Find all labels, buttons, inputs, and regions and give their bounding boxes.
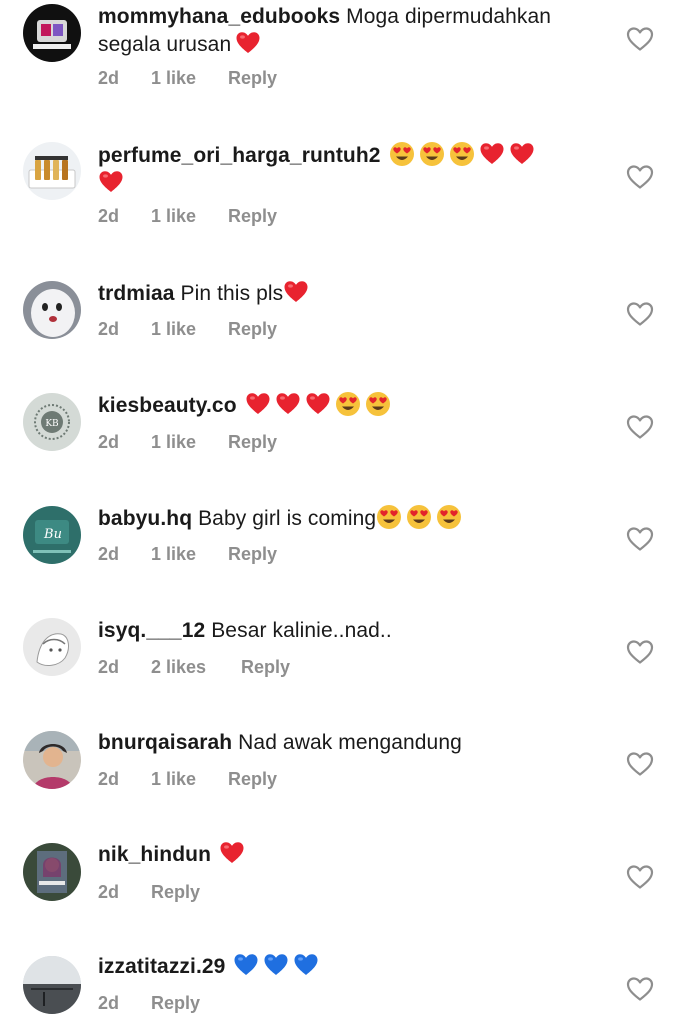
comment-username[interactable]: perfume_ori_harga_runtuh2 xyxy=(98,144,381,167)
comment-username[interactable]: isyq.___12 xyxy=(98,619,205,642)
heart-eyes-icon xyxy=(389,141,415,167)
red-heart-icon xyxy=(283,279,309,305)
like-heart-icon[interactable] xyxy=(626,301,654,327)
blue-heart-icon xyxy=(293,952,319,978)
red-heart-icon xyxy=(235,30,261,56)
reply-button[interactable]: Reply xyxy=(228,68,277,89)
like-heart-icon[interactable] xyxy=(626,639,654,665)
comment-username[interactable]: babyu.hq xyxy=(98,507,192,530)
svg-text:KB: KB xyxy=(45,419,59,429)
reply-button[interactable]: Reply xyxy=(151,993,200,1014)
avatar[interactable]: Bu xyxy=(23,506,81,564)
comment-text: Besar kalinie..nad.. xyxy=(211,619,392,642)
comment-time: 2d xyxy=(98,544,120,564)
red-heart-icon xyxy=(479,141,505,167)
comment-time: 2d xyxy=(98,882,120,902)
comment-time: 2d xyxy=(98,432,120,452)
heart-eyes-icon xyxy=(376,504,402,530)
comment-username[interactable]: kiesbeauty.co xyxy=(98,394,237,417)
like-heart-icon[interactable] xyxy=(626,26,654,52)
heart-eyes-icon xyxy=(449,141,475,167)
heart-eyes-icon xyxy=(406,504,432,530)
likes-count[interactable]: 1 like xyxy=(151,769,196,790)
reply-button[interactable]: Reply xyxy=(228,319,277,340)
red-heart-icon xyxy=(509,141,535,167)
like-heart-icon[interactable] xyxy=(626,751,654,777)
red-heart-icon xyxy=(98,169,124,195)
heart-eyes-icon xyxy=(419,141,445,167)
like-heart-icon[interactable] xyxy=(626,414,654,440)
reply-button[interactable]: Reply xyxy=(228,206,277,227)
avatar[interactable] xyxy=(23,281,81,339)
comment-time: 2d xyxy=(98,657,120,677)
reply-button[interactable]: Reply xyxy=(151,882,200,903)
red-heart-icon xyxy=(305,391,331,417)
avatar[interactable] xyxy=(23,956,81,1014)
comment-text: Baby girl is coming xyxy=(198,507,377,530)
reply-button[interactable]: Reply xyxy=(228,544,277,565)
avatar[interactable] xyxy=(23,4,81,62)
comment-time: 2d xyxy=(98,319,120,339)
like-heart-icon[interactable] xyxy=(626,164,654,190)
comment-text: Nad awak mengandung xyxy=(238,731,462,754)
reply-button[interactable]: Reply xyxy=(228,432,277,453)
likes-count[interactable]: 1 like xyxy=(151,206,196,227)
avatar[interactable]: KB xyxy=(23,393,81,451)
red-heart-icon xyxy=(245,391,271,417)
red-heart-icon xyxy=(275,391,301,417)
likes-count[interactable]: 2 likes xyxy=(151,657,206,678)
red-heart-icon xyxy=(219,840,245,866)
heart-eyes-icon xyxy=(365,391,391,417)
likes-count[interactable]: 1 like xyxy=(151,68,196,89)
avatar[interactable] xyxy=(23,731,81,789)
avatar[interactable] xyxy=(23,618,81,676)
like-heart-icon[interactable] xyxy=(626,976,654,1002)
like-heart-icon[interactable] xyxy=(626,864,654,890)
comment-time: 2d xyxy=(98,68,120,88)
comment-username[interactable]: mommyhana_edubooks xyxy=(98,5,340,28)
blue-heart-icon xyxy=(263,952,289,978)
comment-time: 2d xyxy=(98,206,120,226)
blue-heart-icon xyxy=(233,952,259,978)
avatar[interactable] xyxy=(23,142,81,200)
reply-button[interactable]: Reply xyxy=(241,657,290,678)
like-heart-icon[interactable] xyxy=(626,526,654,552)
comment-text: Pin this pls xyxy=(180,282,284,305)
comment-username[interactable]: nik_hindun xyxy=(98,843,211,866)
likes-count[interactable]: 1 like xyxy=(151,319,196,340)
likes-count[interactable]: 1 like xyxy=(151,432,196,453)
comment-text: segala urusan xyxy=(98,33,232,56)
comment-text: Moga dipermudahkan xyxy=(346,5,552,28)
comment-username[interactable]: izzatitazzi.29 xyxy=(98,955,225,978)
likes-count[interactable]: 1 like xyxy=(151,544,196,565)
comment-username[interactable]: trdmiaa xyxy=(98,282,175,305)
avatar[interactable] xyxy=(23,843,81,901)
comment-time: 2d xyxy=(98,993,120,1013)
heart-eyes-icon xyxy=(335,391,361,417)
heart-eyes-icon xyxy=(436,504,462,530)
svg-text:Bu: Bu xyxy=(43,527,62,542)
comment-time: 2d xyxy=(98,769,120,789)
comment-username[interactable]: bnurqaisarah xyxy=(98,731,232,754)
reply-button[interactable]: Reply xyxy=(228,769,277,790)
